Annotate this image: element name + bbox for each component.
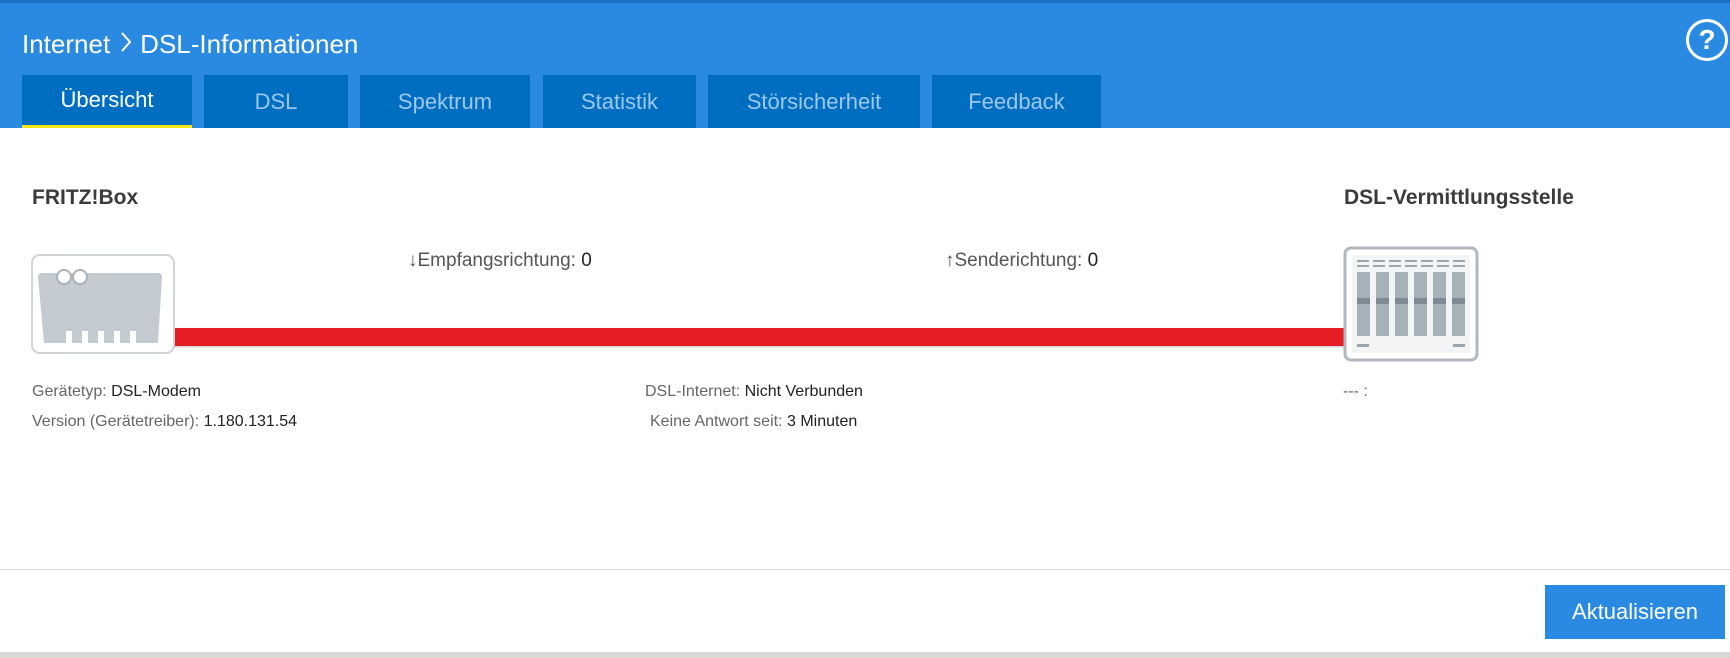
upstream-label: Senderichtung: <box>954 250 1083 271</box>
upstream-info: ↑Senderichtung: 0 <box>945 250 1098 272</box>
tab-statistik[interactable]: Statistik <box>543 75 696 128</box>
exchange-info: --- : <box>1343 383 1368 400</box>
help-icon[interactable]: ? <box>1686 19 1728 61</box>
device-version-row: Version (Gerätetreiber): 1.180.131.54 <box>32 413 297 431</box>
dsl-line-status <box>172 328 1350 346</box>
device-type-row: Gerätetyp: DSL-Modem <box>32 383 201 401</box>
arrow-down-icon: ↓ <box>408 250 418 271</box>
no-reply-row: Keine Antwort seit: 3 Minuten <box>650 413 857 431</box>
device-type-value: DSL-Modem <box>111 383 201 400</box>
no-reply-label: Keine Antwort seit: <box>650 413 783 430</box>
device-version-value: 1.180.131.54 <box>203 413 298 430</box>
device-title: FRITZ!Box <box>32 186 139 209</box>
downstream-label: Empfangsrichtung: <box>417 250 576 271</box>
tab-feedback[interactable]: Feedback <box>932 75 1101 128</box>
tab-uebersicht[interactable]: Übersicht <box>22 75 192 128</box>
chevron-right-icon <box>120 29 132 60</box>
footer-divider <box>0 569 1730 570</box>
arrow-up-icon: ↑ <box>945 250 955 271</box>
breadcrumb: Internet DSL-Informationen <box>22 29 358 60</box>
exchange-title: DSL-Vermittlungsstelle <box>1344 186 1574 209</box>
exchange-cabinet-icon <box>1343 246 1479 362</box>
device-version-label: Version (Gerätetreiber): <box>32 413 200 430</box>
device-type-label: Gerätetyp: <box>32 383 107 400</box>
upstream-value: 0 <box>1087 250 1099 271</box>
refresh-button[interactable]: Aktualisieren <box>1545 585 1725 639</box>
bottom-edge <box>0 652 1730 658</box>
tab-spektrum[interactable]: Spektrum <box>360 75 530 128</box>
downstream-info: ↓Empfangsrichtung: 0 <box>408 250 592 272</box>
breadcrumb-item-dsl-informationen: DSL-Informationen <box>140 29 359 59</box>
fritzbox-device-icon <box>31 254 175 354</box>
dsl-internet-label: DSL-Internet: <box>645 383 741 400</box>
no-reply-value: 3 Minuten <box>786 413 858 430</box>
dsl-internet-row: DSL-Internet: Nicht Verbunden <box>645 383 863 401</box>
header-bar: Internet DSL-Informationen ? Übersicht D… <box>0 3 1730 128</box>
breadcrumb-item-internet[interactable]: Internet <box>22 29 110 60</box>
dsl-internet-value: Nicht Verbunden <box>744 383 863 400</box>
tab-stoersicherheit[interactable]: Störsicherheit <box>708 75 920 128</box>
downstream-value: 0 <box>581 250 592 271</box>
tab-dsl[interactable]: DSL <box>204 75 348 128</box>
